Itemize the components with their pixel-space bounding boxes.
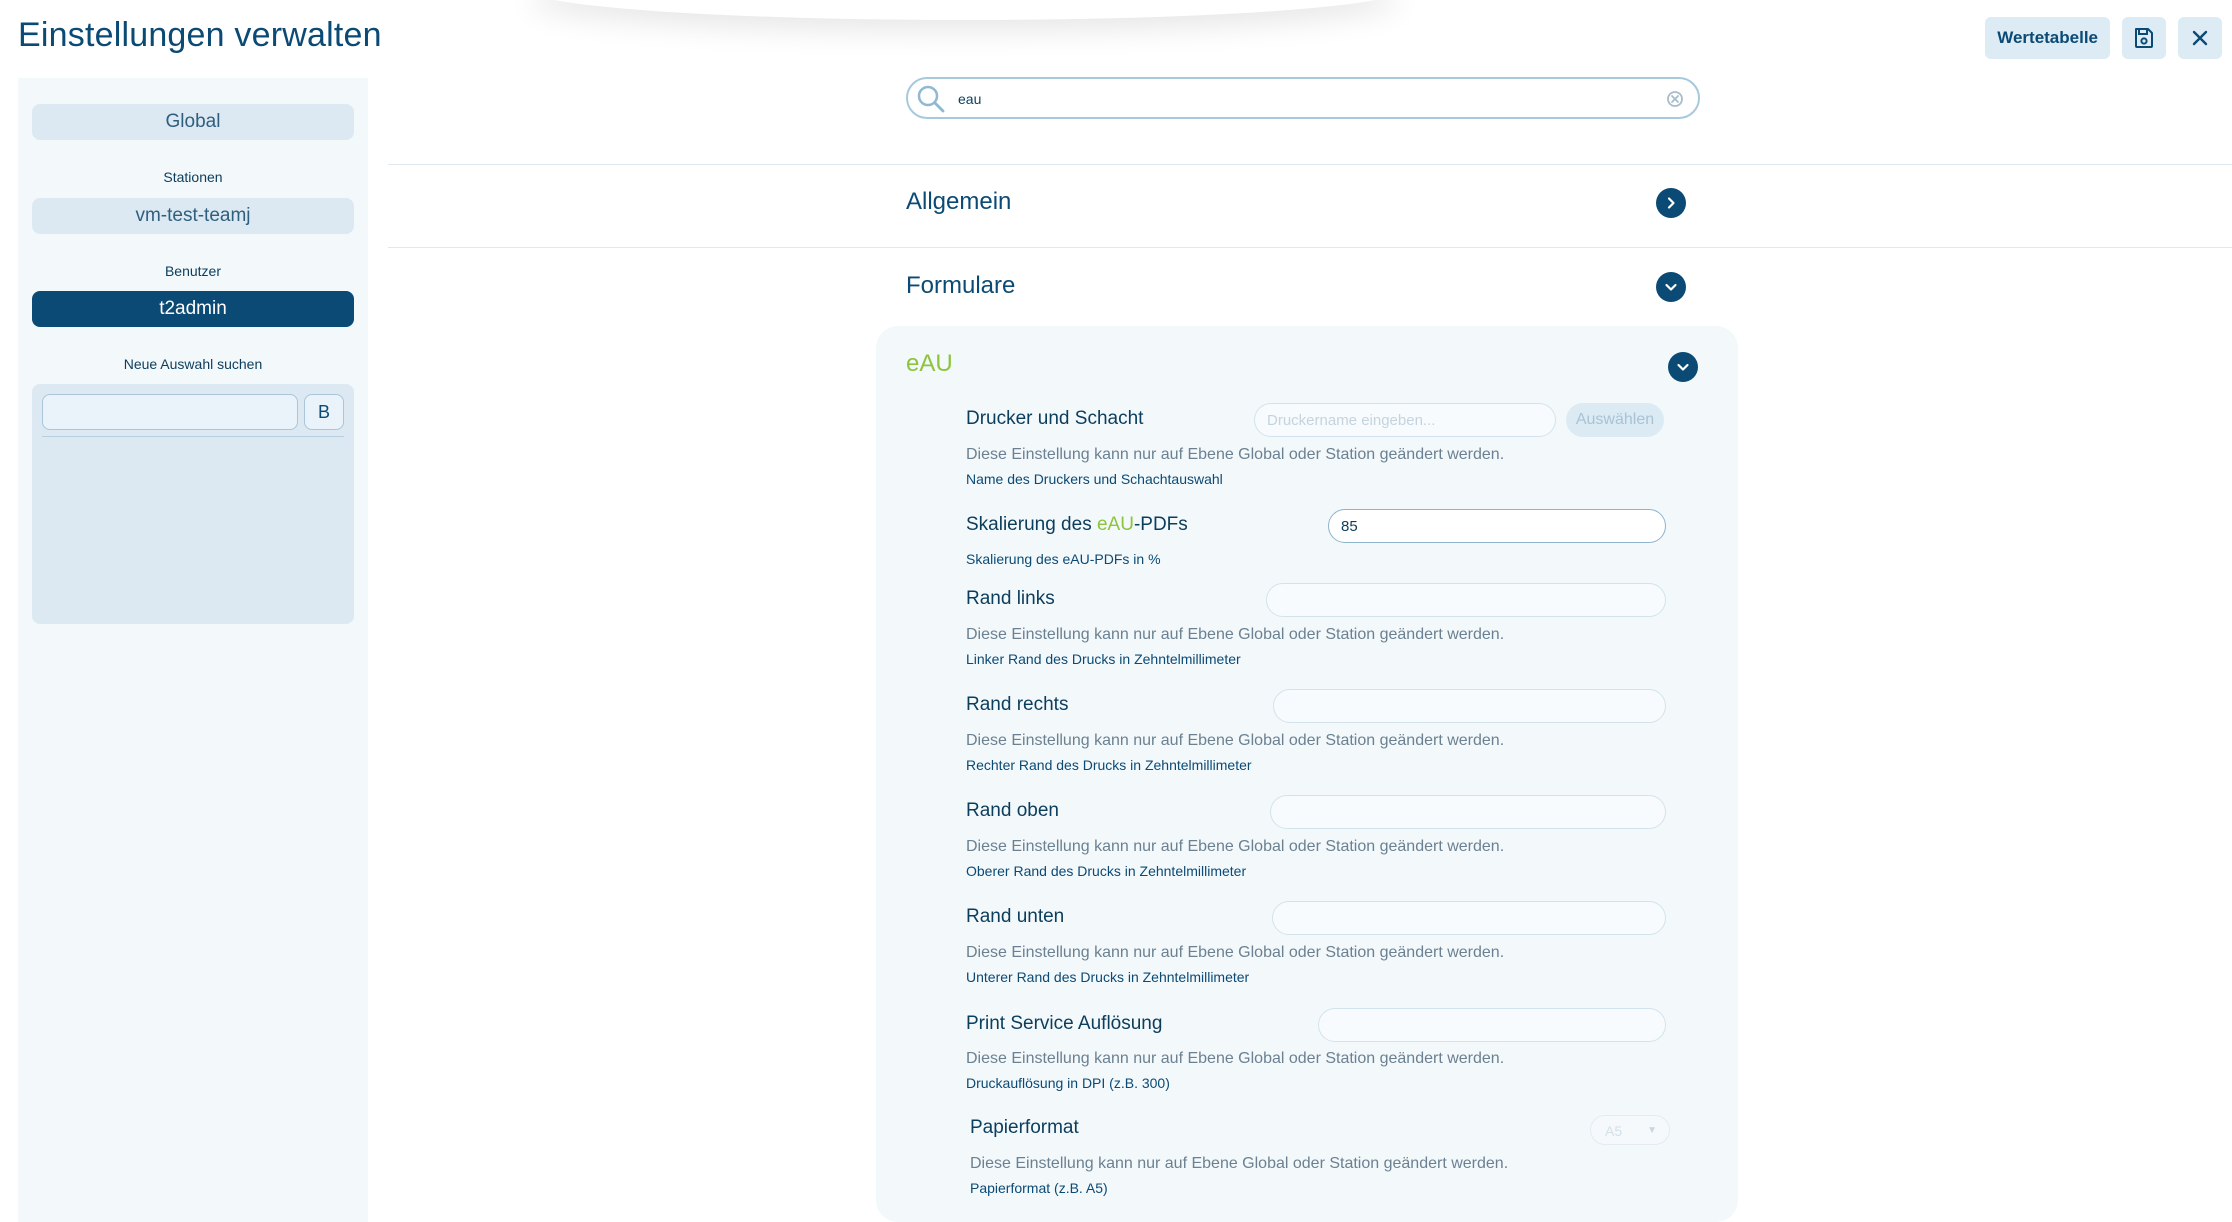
eau-title: eAU xyxy=(906,350,953,377)
neue-auswahl-box: B xyxy=(32,384,354,624)
collapse-eau-button[interactable] xyxy=(1668,352,1698,382)
drucker-placeholder: Druckername eingeben... xyxy=(1267,412,1436,429)
b-button[interactable]: B xyxy=(304,394,344,430)
global-selector[interactable]: Global xyxy=(32,104,354,140)
save-button[interactable] xyxy=(2122,17,2166,59)
rand-oben-input[interactable] xyxy=(1270,795,1666,829)
stationen-label: Stationen xyxy=(163,169,223,185)
papierformat-value: A5 xyxy=(1605,1123,1623,1139)
caret-down-icon: ▼ xyxy=(1647,1125,1657,1136)
rand-unten-input[interactable] xyxy=(1272,901,1666,935)
neue-auswahl-input[interactable] xyxy=(42,394,298,430)
clear-icon[interactable] xyxy=(1666,90,1684,113)
setting-note: Diese Einstellung kann nur auf Ebene Glo… xyxy=(966,446,1505,463)
rand-links-input[interactable] xyxy=(1266,583,1666,617)
collapse-formulare-button[interactable] xyxy=(1656,272,1686,302)
setting-note: Diese Einstellung kann nur auf Ebene Glo… xyxy=(970,1155,1509,1172)
setting-description: Skalierung des eAU-PDFs in % xyxy=(966,551,1161,567)
benutzer-selector[interactable]: t2admin xyxy=(32,291,354,327)
settings-page: Einstellungen verwalten Wertetabelle Glo… xyxy=(0,0,2232,1222)
divider xyxy=(388,247,2232,248)
expand-allgemein-button[interactable] xyxy=(1656,188,1686,218)
skalierung-value: 85 xyxy=(1341,518,1358,535)
label-prefix: Skalierung des xyxy=(966,514,1097,535)
top-shadow xyxy=(530,0,1400,20)
setting-papierformat: Papierformat Diese Einstellung kann nur … xyxy=(970,1117,1670,1196)
wertetabelle-button[interactable]: Wertetabelle xyxy=(1985,17,2110,59)
setting-description: Druckauflösung in DPI (z.B. 300) xyxy=(966,1075,1170,1091)
section-allgemein[interactable]: Allgemein xyxy=(906,184,1686,224)
setting-description: Papierformat (z.B. A5) xyxy=(970,1180,1108,1196)
settings-search[interactable]: eau xyxy=(906,77,1700,119)
neue-auswahl-label: Neue Auswahl suchen xyxy=(123,356,263,372)
label-suffix: -PDFs xyxy=(1133,514,1188,535)
print-service-input[interactable] xyxy=(1318,1008,1666,1042)
setting-note: Diese Einstellung kann nur auf Ebene Glo… xyxy=(966,626,1505,643)
benutzer-label: Benutzer xyxy=(164,263,222,279)
search-input[interactable]: eau xyxy=(958,91,981,107)
setting-description: Unterer Rand des Drucks in Zehntelmillim… xyxy=(966,969,1250,985)
drucker-input[interactable]: Druckername eingeben... xyxy=(1254,403,1556,437)
save-icon xyxy=(2135,28,2153,48)
setting-description: Linker Rand des Drucks in Zehntelmillime… xyxy=(966,651,1241,667)
chevron-down-icon xyxy=(1665,283,1677,291)
divider xyxy=(388,164,2232,165)
setting-note: Diese Einstellung kann nur auf Ebene Glo… xyxy=(966,838,1505,855)
close-icon xyxy=(2192,30,2208,46)
setting-note: Diese Einstellung kann nur auf Ebene Glo… xyxy=(966,1050,1505,1067)
setting-description: Name des Druckers und Schachtauswahl xyxy=(966,471,1223,487)
rand-rechts-input[interactable] xyxy=(1273,689,1666,723)
search-icon xyxy=(916,84,946,119)
setting-description: Oberer Rand des Drucks in Zehntelmillime… xyxy=(966,863,1247,879)
setting-description: Rechter Rand des Drucks in Zehntelmillim… xyxy=(966,757,1252,773)
station-selector[interactable]: vm-test-teamj xyxy=(32,198,354,234)
eau-panel: eAU Drucker und Schacht Diese Einstellun… xyxy=(876,326,1738,1222)
sidebar: Global Stationen vm-test-teamj Benutzer … xyxy=(18,78,368,1222)
label-highlight: eAU xyxy=(1096,514,1134,535)
chevron-down-icon xyxy=(1677,363,1689,371)
results-divider xyxy=(42,436,344,437)
close-button[interactable] xyxy=(2178,17,2222,59)
papierformat-select[interactable]: A5 ▼ xyxy=(1590,1115,1670,1145)
top-actions: Wertetabelle xyxy=(1985,17,2222,59)
auswaehlen-button[interactable]: Auswählen xyxy=(1566,403,1664,437)
skalierung-input[interactable]: 85 xyxy=(1328,509,1666,543)
setting-label: Papierformat xyxy=(970,1117,1079,1138)
section-title-formulare: Formulare xyxy=(906,272,1016,299)
setting-note: Diese Einstellung kann nur auf Ebene Glo… xyxy=(966,732,1505,749)
setting-note: Diese Einstellung kann nur auf Ebene Glo… xyxy=(966,944,1505,961)
section-formulare[interactable]: Formulare xyxy=(906,268,1686,308)
section-title-allgemein: Allgemein xyxy=(906,188,1012,215)
page-title: Einstellungen verwalten xyxy=(18,16,382,54)
chevron-right-icon xyxy=(1667,197,1675,209)
